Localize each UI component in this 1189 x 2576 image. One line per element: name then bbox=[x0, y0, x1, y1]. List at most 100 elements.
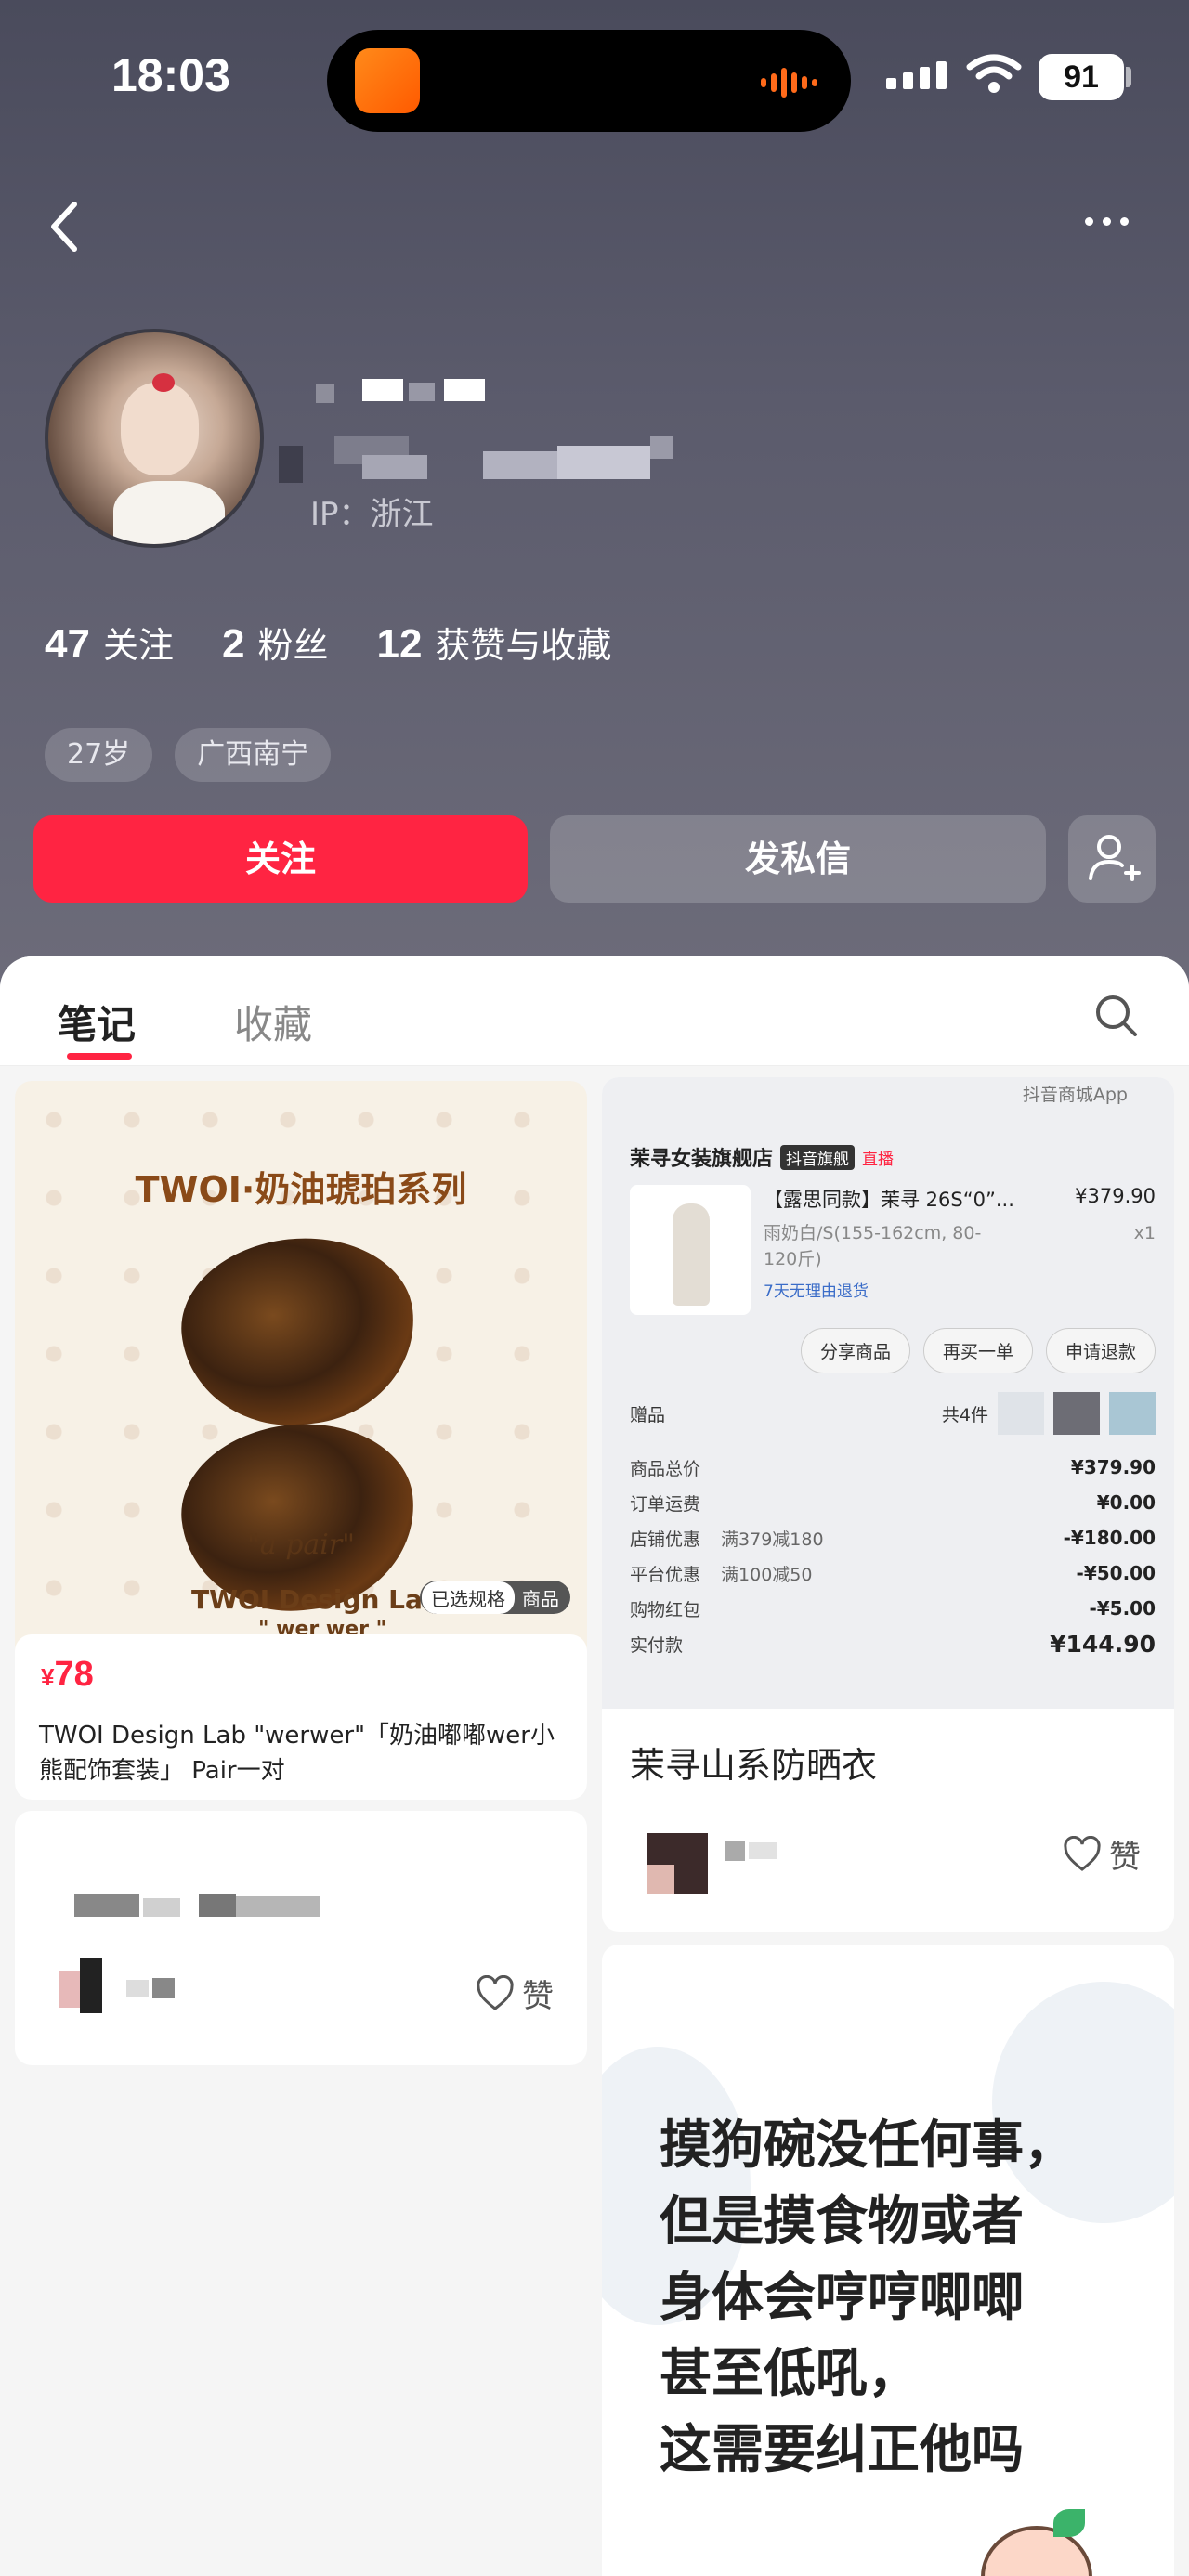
order-row-note: 满100减50 bbox=[721, 1564, 813, 1585]
stat-number: 2 bbox=[221, 621, 245, 667]
add-user-icon bbox=[1089, 835, 1141, 881]
order-row-value: -¥50.00 bbox=[1076, 1562, 1156, 1584]
author-name-blurred bbox=[126, 1974, 256, 2002]
like-button[interactable]: 赞 bbox=[476, 1971, 554, 2016]
order-row-label-text: 购物红包 bbox=[630, 1599, 701, 1620]
note-card-product[interactable]: TWOI·奶油琥珀系列 "a pair" TWOI Design Lab " w… bbox=[15, 1081, 587, 1800]
order-summary-row: 平台优惠 满100减50 -¥50.00 bbox=[630, 1555, 1156, 1591]
order-row-value: -¥180.00 bbox=[1063, 1527, 1156, 1549]
note-text-line: 这需要纠正他吗 bbox=[660, 2420, 1024, 2480]
signal-icon bbox=[886, 61, 947, 89]
order-row-label: 商品总价 bbox=[630, 1455, 721, 1480]
product-image-pair: "a pair" bbox=[246, 1529, 356, 1561]
stat-likes-collections[interactable]: 12 获赞与收藏 bbox=[376, 617, 611, 668]
order-item-name: 【露思同款】茉寻 26S“0”... bbox=[764, 1189, 1014, 1211]
avatar[interactable] bbox=[45, 329, 264, 548]
order-row-value: ¥144.90 bbox=[1050, 1630, 1156, 1658]
note-text-line: 摸狗碗没任何事， bbox=[660, 2115, 1076, 2176]
note-title: 茉寻山系防晒衣 bbox=[630, 1745, 878, 1786]
stat-label: 粉丝 bbox=[257, 625, 329, 666]
order-row-label-text: 实付款 bbox=[630, 1634, 684, 1656]
order-return-policy: 7天无理由退货 bbox=[764, 1282, 869, 1301]
order-store: 茉寻女装旗舰店 bbox=[630, 1148, 774, 1171]
order-row-label: 平台优惠 满100减50 bbox=[630, 1561, 812, 1586]
note-card-order[interactable]: 抖音商城App 茉寻女装旗舰店 抖音旗舰 直播 【露思同款】茉寻 26S“0”.… bbox=[602, 1077, 1174, 1932]
user-id-blurred bbox=[279, 436, 715, 485]
order-row-note: 满379减180 bbox=[721, 1529, 824, 1550]
profile-stats: 47 关注 2 粉丝 12 获赞与收藏 bbox=[45, 617, 660, 668]
spec-chip-selected: 已选规格 bbox=[422, 1581, 515, 1614]
tab-collect[interactable]: 收藏 bbox=[234, 994, 312, 1050]
order-item-qty: x1 bbox=[1133, 1223, 1156, 1243]
author-avatar[interactable] bbox=[59, 1958, 115, 2013]
order-store-badge: 抖音旗舰 bbox=[780, 1144, 856, 1170]
order-row-label-text: 商品总价 bbox=[630, 1458, 701, 1479]
order-gift-label: 赠品 bbox=[630, 1404, 666, 1425]
order-row-label: 店铺优惠 满379减180 bbox=[630, 1526, 824, 1551]
product-image: TWOI·奶油琥珀系列 "a pair" TWOI Design Lab " w… bbox=[15, 1081, 587, 1657]
order-refund-button: 申请退款 bbox=[1045, 1328, 1156, 1373]
ip-location: IP：浙江 bbox=[310, 496, 434, 533]
stat-following[interactable]: 47 关注 bbox=[45, 617, 174, 668]
follow-button[interactable]: 关注 bbox=[33, 815, 528, 903]
order-row-label-text: 平台优惠 bbox=[630, 1564, 701, 1585]
tabs-bar: 笔记 收藏 bbox=[0, 956, 1189, 1066]
order-row-value: ¥379.90 bbox=[1070, 1456, 1156, 1478]
order-app: 抖音商城App bbox=[1022, 1085, 1128, 1105]
order-share-button: 分享商品 bbox=[800, 1328, 910, 1373]
order-summary-row: 商品总价 ¥379.90 bbox=[630, 1450, 1156, 1485]
tab-notes[interactable]: 笔记 bbox=[58, 994, 136, 1050]
order-summary-row: 店铺优惠 满379减180 -¥180.00 bbox=[630, 1520, 1156, 1555]
message-button[interactable]: 发私信 bbox=[550, 815, 1046, 903]
note-card-text[interactable]: 摸狗碗没任何事， 但是摸食物或者 身体会哼哼唧唧 甚至低吼， 这需要纠正他吗 bbox=[602, 1945, 1174, 2576]
like-button[interactable]: 赞 bbox=[1063, 1831, 1141, 1877]
spec-chip[interactable]: 已选规格 商品 bbox=[420, 1581, 570, 1614]
note-card-blurred[interactable]: 赞 bbox=[15, 1811, 587, 2065]
order-row-value: ¥0.00 bbox=[1096, 1491, 1156, 1514]
order-summary-row: 订单运费 ¥0.00 bbox=[630, 1485, 1156, 1520]
product-info: ¥78 TWOI Design Lab "werwer"「奶油嘟嘟wer小熊配饰… bbox=[15, 1634, 587, 1800]
product-image-title: TWOI·奶油琥珀系列 bbox=[135, 1169, 467, 1210]
heart-icon bbox=[477, 1974, 514, 2010]
order-rebuy-button: 再买一单 bbox=[922, 1328, 1033, 1373]
battery-indicator: 91 bbox=[1039, 54, 1124, 100]
battery-tip bbox=[1126, 67, 1131, 87]
product-description: TWOI Design Lab "werwer"「奶油嘟嘟wer小熊配饰套装」 … bbox=[39, 1722, 555, 1785]
order-summary: 商品总价 ¥379.90 订单运费 ¥0.00 店铺优惠 满379减180 -¥180.00… bbox=[630, 1450, 1156, 1661]
product-image-brand: TWOI Design Lab bbox=[191, 1584, 441, 1615]
status-bar: 18:03 91 bbox=[0, 0, 1189, 158]
tag-location: 广西南宁 bbox=[175, 728, 332, 782]
stat-label: 获赞与收藏 bbox=[435, 625, 612, 666]
like-label: 赞 bbox=[1109, 1839, 1141, 1876]
order-row-label: 实付款 bbox=[630, 1632, 703, 1657]
note-text-line: 身体会哼哼唧唧 bbox=[660, 2268, 1024, 2328]
spec-chip-product: 商品 bbox=[522, 1587, 559, 1610]
wifi-icon bbox=[966, 54, 1022, 93]
order-row-value: -¥5.00 bbox=[1089, 1597, 1156, 1620]
stat-number: 47 bbox=[45, 621, 90, 667]
hair-clip-image bbox=[173, 1227, 424, 1437]
order-item-image bbox=[630, 1185, 751, 1315]
order-row-label-text: 店铺优惠 bbox=[630, 1529, 701, 1550]
stat-label: 关注 bbox=[102, 625, 174, 666]
heart-icon bbox=[1064, 1835, 1101, 1871]
stat-followers[interactable]: 2 粉丝 bbox=[222, 617, 329, 668]
app-icon bbox=[355, 48, 420, 113]
order-summary-row: 实付款 ¥144.90 bbox=[630, 1626, 1156, 1661]
author-avatar[interactable] bbox=[647, 1833, 795, 1898]
order-gift-count: 共4件 bbox=[941, 1404, 988, 1425]
back-icon[interactable] bbox=[43, 199, 89, 254]
order-row-label: 购物红包 bbox=[630, 1596, 721, 1621]
status-time: 18:03 bbox=[111, 49, 230, 101]
note-text-line: 但是摸食物或者 bbox=[660, 2192, 1024, 2252]
search-icon[interactable] bbox=[1092, 992, 1139, 1038]
note-text-line: 甚至低吼， bbox=[660, 2344, 920, 2404]
leaf-illustration bbox=[1053, 2509, 1085, 2537]
add-user-button[interactable] bbox=[1068, 815, 1156, 903]
note-title-blurred bbox=[59, 1894, 320, 1922]
order-details: 茉寻女装旗舰店 抖音旗舰 直播 【露思同款】茉寻 26S“0”... ¥379.… bbox=[630, 1142, 1156, 1661]
more-icon[interactable] bbox=[1085, 210, 1143, 232]
order-item-spec: 雨奶白/S(155-162cm, 80-120斤) bbox=[764, 1223, 982, 1269]
note-text-content: 摸狗碗没任何事， 但是摸食物或者 身体会哼哼唧唧 甚至低吼， 这需要纠正他吗 bbox=[660, 2108, 1076, 2489]
order-item-price: ¥379.90 bbox=[1075, 1185, 1156, 1207]
